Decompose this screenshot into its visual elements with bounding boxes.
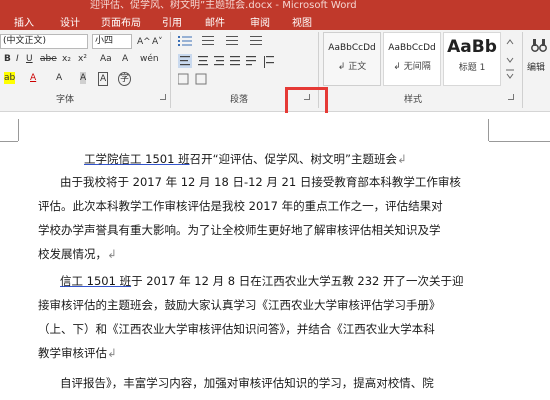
paragraph-line[interactable]: 学校办学声誉具有重大影响。为了让全校师生更好地了解审核评估相关知识及学 xyxy=(38,222,508,238)
style-name: ↲ 无间隔 xyxy=(393,62,431,72)
highlight-button[interactable]: ab xyxy=(4,72,16,84)
style-heading-1[interactable]: AaBb 标题 1 xyxy=(443,32,501,86)
crop-mark xyxy=(18,119,19,141)
font-group-label: 字体 xyxy=(56,95,75,105)
group-separator xyxy=(522,32,523,108)
window-title: 迎评估、促学风、树文明”主题班会.docx - Microsoft Word xyxy=(90,0,357,11)
strikethrough-button[interactable]: abe xyxy=(40,53,57,65)
font-name-select[interactable]: (中文正文) xyxy=(0,34,88,49)
style-name: 标题 1 xyxy=(458,63,486,73)
crop-mark xyxy=(0,141,18,142)
font-size-select[interactable]: 小四 xyxy=(92,34,132,49)
clear-format-button[interactable]: A xyxy=(122,53,128,65)
style-preview: AaBbCcDd xyxy=(328,43,376,53)
paragraph-mark: ↲ xyxy=(107,247,117,261)
paragraph-line[interactable]: 由于我校将于 2017 年 12 月 18 日-12 月 21 日接受教育部本科… xyxy=(60,174,530,190)
paragraph-line[interactable]: 接审核评估的主题班会，鼓励大家认真学习《江西农业大学审核评估学习手册》 xyxy=(38,297,508,313)
char-border-button[interactable]: A xyxy=(98,72,109,86)
class-name: 信工 1501 班 xyxy=(60,274,132,288)
paragraph-line[interactable]: （上、下）和《江西农业大学审核评估知识问答》，并结合《江西农业大学本科 xyxy=(38,321,508,337)
paragraph-text: 校发展情况， xyxy=(38,247,107,261)
italic-button[interactable]: I xyxy=(16,53,19,65)
crop-mark xyxy=(488,119,489,141)
group-separator xyxy=(170,32,171,108)
tab-mailings[interactable]: 邮件 xyxy=(205,14,225,29)
paragraph-text: 教学审核评估 xyxy=(38,346,107,360)
paragraph-text: 于 2017 年 12 月 8 日在江西农业大学五教 232 开了一次关于迎 xyxy=(131,274,464,288)
font-color-button[interactable]: A xyxy=(30,72,36,84)
paragraph-group-label: 段落 xyxy=(230,95,249,105)
shrink-font-button[interactable]: A˅ xyxy=(152,36,163,48)
enclose-char-button[interactable]: 字 xyxy=(118,72,132,86)
paragraph-line[interactable]: 校发展情况，↲ xyxy=(38,246,508,262)
paragraph-tools-icon[interactable] xyxy=(178,34,288,88)
superscript-button[interactable]: x² xyxy=(78,53,87,65)
text-effect-button[interactable]: A xyxy=(56,72,62,84)
document-title[interactable]: 工学院信工 1501 班召开“迎评估、促学风、树文明”主题班会↲ xyxy=(84,151,550,167)
paragraph-line[interactable]: 自评报告》，丰富学习内容，加强对审核评估知识的学习，提高对校情、院 xyxy=(60,375,530,391)
style-no-spacing[interactable]: AaBbCcDd ↲ 无间隔 xyxy=(383,32,441,86)
tab-references[interactable]: 引用 xyxy=(162,14,182,29)
style-normal[interactable]: AaBbCcDd ↲ 正文 xyxy=(323,32,381,86)
tab-insert[interactable]: 插入 xyxy=(14,14,34,29)
title-bar: 迎评估、促学风、树文明”主题班会.docx - Microsoft Word xyxy=(0,0,550,11)
bold-button[interactable]: B xyxy=(4,53,11,65)
ribbon-tabs: 插入 设计 页面布局 引用 邮件 审阅 视图 xyxy=(0,11,550,30)
edit-menu-button[interactable]: 编辑 xyxy=(527,62,545,74)
grow-font-button[interactable]: A^ xyxy=(137,36,151,48)
paragraph-line[interactable]: 信工 1501 班于 2017 年 12 月 8 日在江西农业大学五教 232 … xyxy=(60,273,530,289)
crop-mark xyxy=(489,141,550,142)
paragraph-line[interactable]: 教学审核评估↲ xyxy=(38,345,508,361)
tab-page-layout[interactable]: 页面布局 xyxy=(101,14,141,29)
style-preview: AaBbCcDd xyxy=(388,43,436,53)
styles-scroll-icon[interactable] xyxy=(505,34,515,84)
underline-button[interactable]: U xyxy=(26,53,33,65)
phonetic-guide-button[interactable]: wén xyxy=(140,53,159,65)
title-text: 召开“迎评估、促学风、树文明”主题班会 xyxy=(189,152,397,166)
font-dialog-launcher-icon[interactable] xyxy=(160,94,166,100)
document-page: 工学院信工 1501 班召开“迎评估、促学风、树文明”主题班会↲ 由于我校将于 … xyxy=(0,113,550,400)
subscript-button[interactable]: x₂ xyxy=(62,53,71,65)
char-shading-button[interactable]: A xyxy=(80,72,87,84)
paragraph-line[interactable]: 评估。此次本科教学工作审核评估是我校 2017 年的重点工作之一，评估结果对 xyxy=(38,198,508,214)
binoculars-icon[interactable] xyxy=(531,36,547,54)
style-preview: AaBb xyxy=(447,37,497,57)
title-class-name: 工学院信工 1501 班 xyxy=(84,152,190,166)
paragraph-mark: ↲ xyxy=(107,346,117,360)
styles-group-label: 样式 xyxy=(404,95,423,105)
change-case-button[interactable]: Aa xyxy=(100,53,112,65)
style-name: ↲ 正文 xyxy=(337,62,367,72)
tab-review[interactable]: 审阅 xyxy=(250,14,270,29)
tab-view[interactable]: 视图 xyxy=(292,14,312,29)
tab-design[interactable]: 设计 xyxy=(60,14,80,29)
styles-dialog-launcher-icon[interactable] xyxy=(508,94,514,100)
paragraph-mark: ↲ xyxy=(397,152,407,166)
ribbon: (中文正文) 小四 A^ A˅ B I U abe x₂ x² Aa A wén… xyxy=(0,30,550,112)
